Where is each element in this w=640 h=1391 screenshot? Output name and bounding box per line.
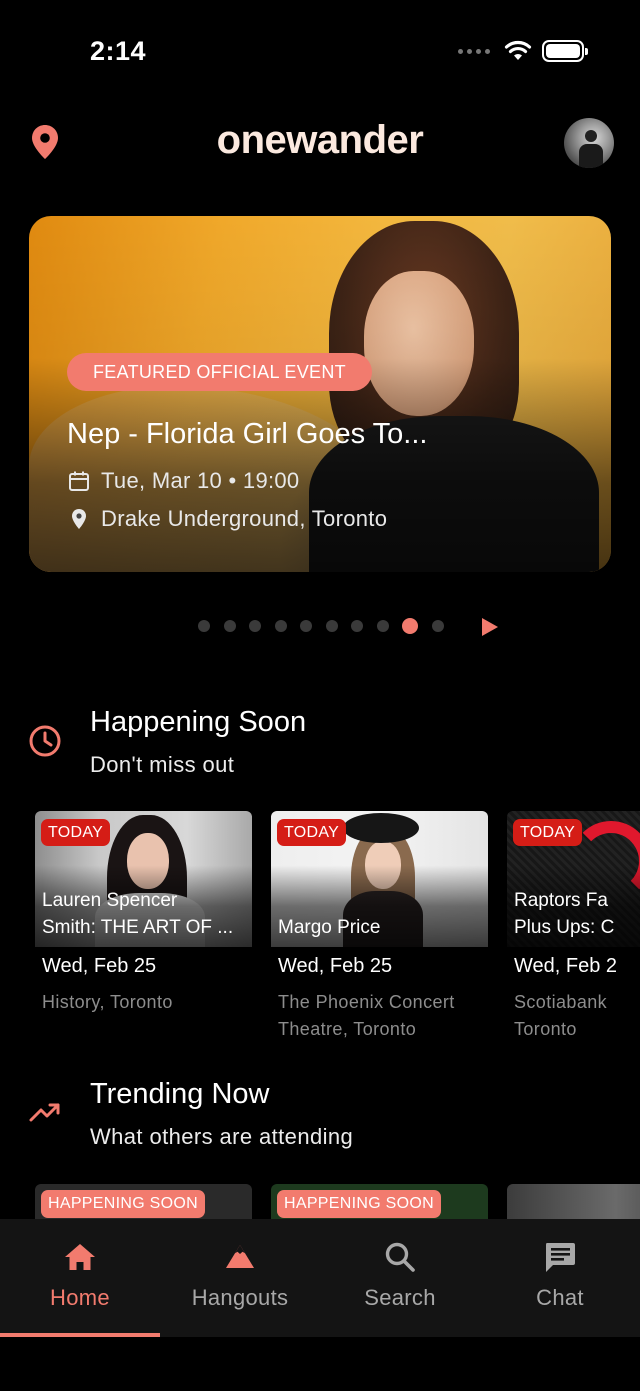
event-thumbnail: TODAY Margo Price <box>271 811 488 947</box>
calendar-icon <box>69 471 89 491</box>
event-date: Wed, Feb 2 <box>514 955 618 977</box>
featured-venue: Drake Underground, Toronto <box>67 506 387 532</box>
pager-dot[interactable] <box>351 620 363 632</box>
featured-datetime: Tue, Mar 10 • 19:00 <box>101 468 300 493</box>
pager-dot[interactable] <box>300 620 312 632</box>
mountain-icon <box>226 1245 254 1268</box>
pager-dot[interactable] <box>325 620 338 632</box>
event-card[interactable]: TODAY Raptors Fa Plus Ups: C Wed, Feb 2 … <box>507 811 640 1051</box>
pager-dots <box>198 618 444 634</box>
event-venue: Scotiabank Toronto <box>514 992 608 1039</box>
featured-event-card[interactable]: FEATURED OFFICIAL EVENT Nep - Florida Gi… <box>29 216 611 572</box>
app-logo: onewander <box>216 118 424 162</box>
featured-venue-text: Drake Underground, Toronto <box>101 506 388 531</box>
clock-icon <box>29 725 61 757</box>
tab-label: Home <box>50 1285 110 1310</box>
today-badge: TODAY <box>277 819 347 846</box>
trending-now-header: Trending Now What others are attending <box>0 1078 640 1158</box>
event-venue: The Phoenix Concert Theatre, Toronto <box>278 992 455 1039</box>
pager-dot[interactable] <box>274 620 287 632</box>
play-next-icon[interactable] <box>480 616 500 638</box>
status-icons <box>458 40 588 62</box>
battery-icon <box>542 40 588 62</box>
pager-dot[interactable] <box>249 620 261 632</box>
status-time: 2:14 <box>90 36 147 66</box>
tab-label: Hangouts <box>191 1285 289 1310</box>
happening-soon-list: TODAY Lauren Spencer Smith: THE ART OF .… <box>35 811 640 1051</box>
app-header: onewander <box>0 110 640 174</box>
tab-chat[interactable]: Chat <box>480 1219 640 1337</box>
featured-title: Nep - Florida Girl Goes To... <box>67 418 428 450</box>
happening-soon-badge: HAPPENING SOON <box>41 1190 206 1218</box>
home-icon <box>65 1244 95 1270</box>
event-date: Wed, Feb 25 <box>278 955 393 977</box>
trending-up-icon <box>29 1103 60 1122</box>
search-icon <box>385 1242 415 1272</box>
event-title: Raptors Fa Plus Ups: C <box>514 890 615 938</box>
event-card[interactable]: TODAY Lauren Spencer Smith: THE ART OF .… <box>35 811 252 1051</box>
happening-soon-header: Happening Soon Don't miss out <box>0 706 640 786</box>
trending-card[interactable]: HAPPENING SOON <box>35 1184 252 1220</box>
section-subtitle: Don't miss out <box>90 752 235 777</box>
event-title: Margo Price <box>278 917 381 938</box>
section-title: Happening Soon <box>90 706 307 738</box>
chat-icon <box>546 1243 575 1272</box>
event-date: Wed, Feb 25 <box>42 955 157 977</box>
tab-search[interactable]: Search <box>320 1219 480 1337</box>
featured-badge: FEATURED OFFICIAL EVENT <box>67 353 372 391</box>
signal-dots-icon <box>458 48 490 54</box>
pager-dot-active[interactable] <box>402 618 418 634</box>
trending-card[interactable]: HAPPENING SOON <box>271 1184 488 1220</box>
tab-label: Search <box>364 1285 436 1310</box>
event-thumbnail: TODAY Lauren Spencer Smith: THE ART OF .… <box>35 811 252 947</box>
wifi-icon <box>504 40 532 60</box>
pager-dot[interactable] <box>431 620 444 632</box>
tab-hangouts[interactable]: Hangouts <box>160 1219 320 1337</box>
event-card[interactable]: TODAY Margo Price Wed, Feb 25 The Phoeni… <box>271 811 488 1051</box>
pager-dot[interactable] <box>223 620 236 632</box>
section-title: Trending Now <box>90 1078 270 1110</box>
event-venue: History, Toronto <box>42 992 173 1012</box>
carousel-pager <box>0 616 640 638</box>
trending-now-list: HAPPENING SOON HAPPENING SOON <box>35 1184 640 1220</box>
tab-home[interactable]: Home <box>0 1219 160 1337</box>
trending-card[interactable] <box>507 1184 640 1220</box>
featured-date: Tue, Mar 10 • 19:00 <box>67 468 299 494</box>
avatar[interactable] <box>564 118 614 168</box>
pager-dot[interactable] <box>198 620 210 632</box>
today-badge: TODAY <box>513 819 583 846</box>
bottom-tab-bar: Home Hangouts Search Chat <box>0 1219 640 1337</box>
status-bar: 2:14 <box>0 0 640 100</box>
event-title: Lauren Spencer Smith: THE ART OF ... <box>42 890 234 938</box>
today-badge: TODAY <box>41 819 111 846</box>
tab-label: Chat <box>536 1285 584 1310</box>
event-thumbnail: TODAY Raptors Fa Plus Ups: C <box>507 811 640 947</box>
happening-soon-badge: HAPPENING SOON <box>277 1190 442 1218</box>
section-subtitle: What others are attending <box>90 1124 354 1149</box>
location-pin-icon <box>72 509 86 529</box>
pager-dot[interactable] <box>376 620 389 632</box>
